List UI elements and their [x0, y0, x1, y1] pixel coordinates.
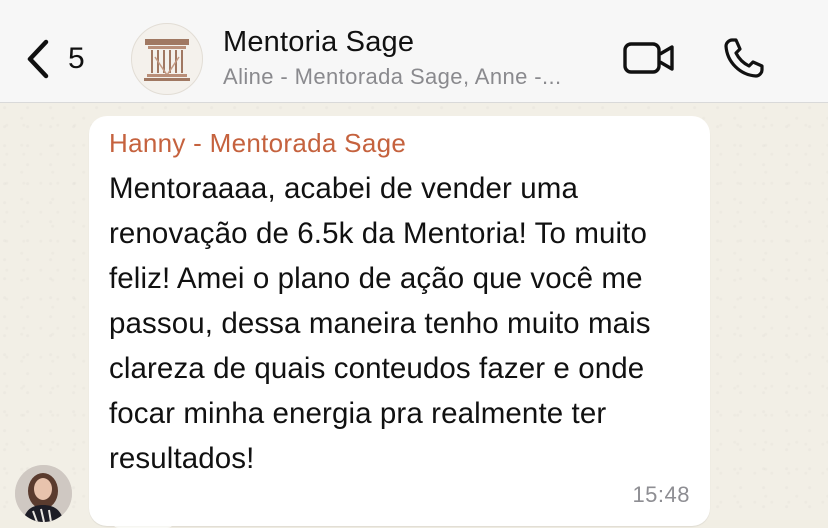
group-name[interactable]: Mentoria Sage [223, 26, 414, 59]
unread-count: 5 [68, 42, 85, 75]
video-camera-icon[interactable] [622, 40, 676, 76]
back-button[interactable]: 5 [22, 34, 85, 84]
message-timestamp: 15:48 [632, 482, 690, 507]
next-message-bubble [112, 514, 174, 528]
phone-icon[interactable] [722, 36, 766, 80]
message-sender[interactable]: Hanny - Mentorada Sage [109, 128, 406, 159]
group-members[interactable]: Aline - Mentorada Sage, Anne -... [223, 64, 603, 90]
profile-photo [15, 465, 72, 522]
chat-header: 5 Mentoria Sage Aline - Mentorada Sage, … [0, 0, 828, 103]
message-text: Mentoraaaa, acabei de vender uma renovaç… [109, 172, 651, 475]
column-logo-icon [144, 39, 190, 81]
sender-avatar[interactable] [15, 465, 72, 522]
chevron-left-icon [27, 39, 49, 79]
message-bubble[interactable]: Hanny - Mentorada Sage Mentoraaaa, acabe… [89, 116, 710, 526]
group-avatar[interactable] [131, 23, 203, 95]
